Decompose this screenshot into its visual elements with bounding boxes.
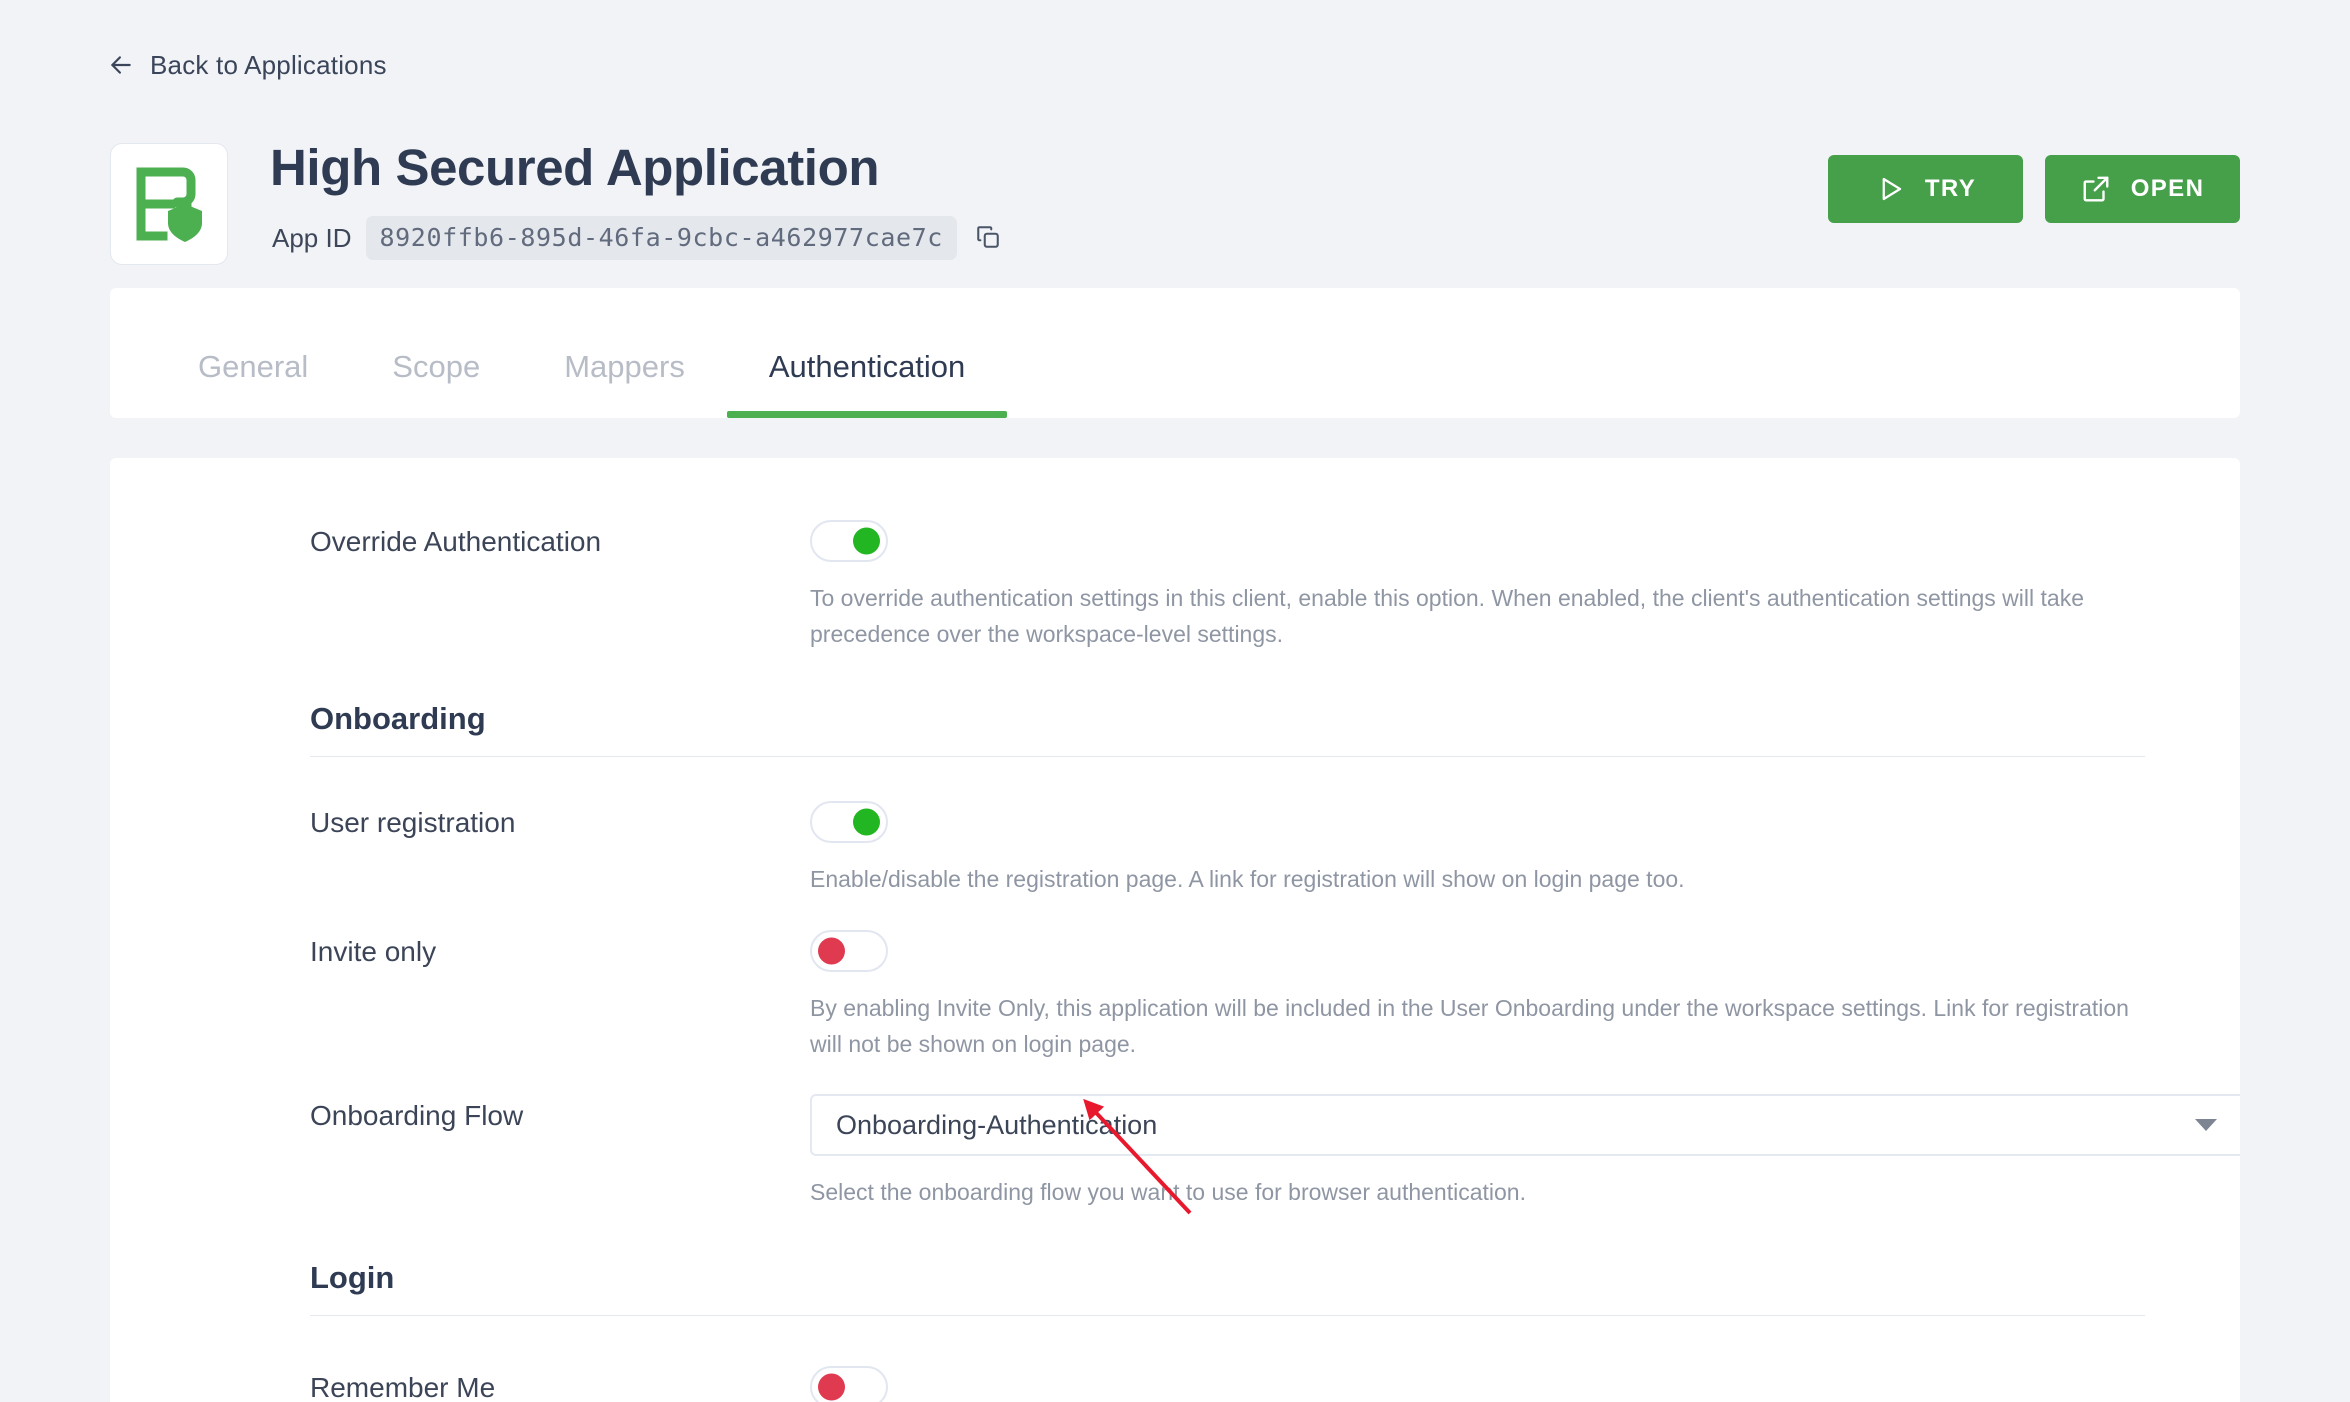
back-to-applications-link[interactable]: Back to Applications (108, 52, 387, 78)
toggle-knob (818, 1373, 845, 1401)
header-actions: TRY OPEN (1828, 155, 2240, 223)
copy-app-id-button[interactable] (971, 221, 1005, 255)
section-login-title: Login (310, 1260, 395, 1296)
app-header: High Secured Application App ID 8920ffb6… (110, 139, 2240, 268)
tab-general[interactable]: General (156, 351, 350, 418)
setting-onboarding-flow: Onboarding Flow Onboarding-Authenticatio… (110, 1094, 2240, 1211)
override-authentication-label: Override Authentication (310, 526, 602, 557)
app-id-value: 8920ffb6-895d-46fa-9cbc-a462977cae7c (365, 216, 957, 260)
app-id-label: App ID (272, 223, 352, 253)
page-root: Back to Applications High Secured Applic… (0, 0, 2350, 1402)
try-button[interactable]: TRY (1828, 155, 2023, 223)
open-button-label: OPEN (2130, 175, 2205, 202)
onboarding-flow-select[interactable]: Onboarding-Authentication (810, 1094, 2240, 1157)
override-authentication-toggle[interactable] (810, 520, 888, 562)
invite-only-help: By enabling Invite Only, this applicatio… (810, 995, 2129, 1057)
page-title: High Secured Application (270, 139, 880, 196)
open-button[interactable]: OPEN (2045, 155, 2240, 223)
section-login: Login (110, 1259, 2240, 1317)
play-triangle-icon (1875, 174, 1905, 204)
onboarding-flow-selected-value: Onboarding-Authentication (836, 1109, 1158, 1140)
arrow-left-icon (108, 52, 134, 78)
secured-application-icon (133, 166, 205, 242)
tabs-card: General Scope Mappers Authentication (110, 288, 2240, 418)
user-registration-label: User registration (310, 807, 516, 839)
back-to-applications-label: Back to Applications (150, 50, 387, 80)
onboarding-flow-help: Select the onboarding flow you want to u… (810, 1179, 1526, 1206)
tab-scope[interactable]: Scope (350, 351, 522, 418)
toggle-knob (853, 527, 880, 555)
tab-mappers[interactable]: Mappers (522, 351, 727, 418)
toggle-knob (853, 808, 880, 836)
toggle-knob (818, 937, 845, 965)
try-button-label: TRY (1924, 175, 1977, 202)
setting-override-authentication: Override Authentication To override auth… (110, 520, 2240, 652)
app-icon-tile (110, 143, 228, 265)
app-id-row: App ID 8920ffb6-895d-46fa-9cbc-a462977ca… (272, 216, 1005, 260)
tab-list: General Scope Mappers Authentication (110, 288, 2240, 418)
section-onboarding-title: Onboarding (310, 701, 486, 737)
invite-only-label: Invite only (310, 936, 437, 968)
invite-only-toggle[interactable] (810, 930, 888, 973)
user-registration-help: Enable/disable the registration page. A … (810, 866, 1685, 893)
copy-icon (975, 224, 1001, 253)
external-link-icon (2081, 174, 2111, 204)
setting-remember-me: Remember Me Show checkbox on login page … (110, 1366, 2240, 1402)
setting-user-registration: User registration Enable/disable the reg… (110, 801, 2240, 898)
setting-invite-only: Invite only By enabling Invite Only, thi… (110, 930, 2240, 1062)
remember-me-toggle[interactable] (810, 1366, 888, 1402)
settings-panel: Override Authentication To override auth… (110, 458, 2240, 1402)
tab-authentication[interactable]: Authentication (726, 351, 1008, 418)
user-registration-toggle[interactable] (810, 801, 888, 844)
remember-me-label: Remember Me (310, 1372, 496, 1402)
chevron-down-icon (2195, 1119, 2217, 1132)
onboarding-flow-label: Onboarding Flow (310, 1100, 524, 1132)
section-onboarding: Onboarding (110, 700, 2240, 758)
override-authentication-help: To override authentication settings in t… (810, 585, 2084, 647)
